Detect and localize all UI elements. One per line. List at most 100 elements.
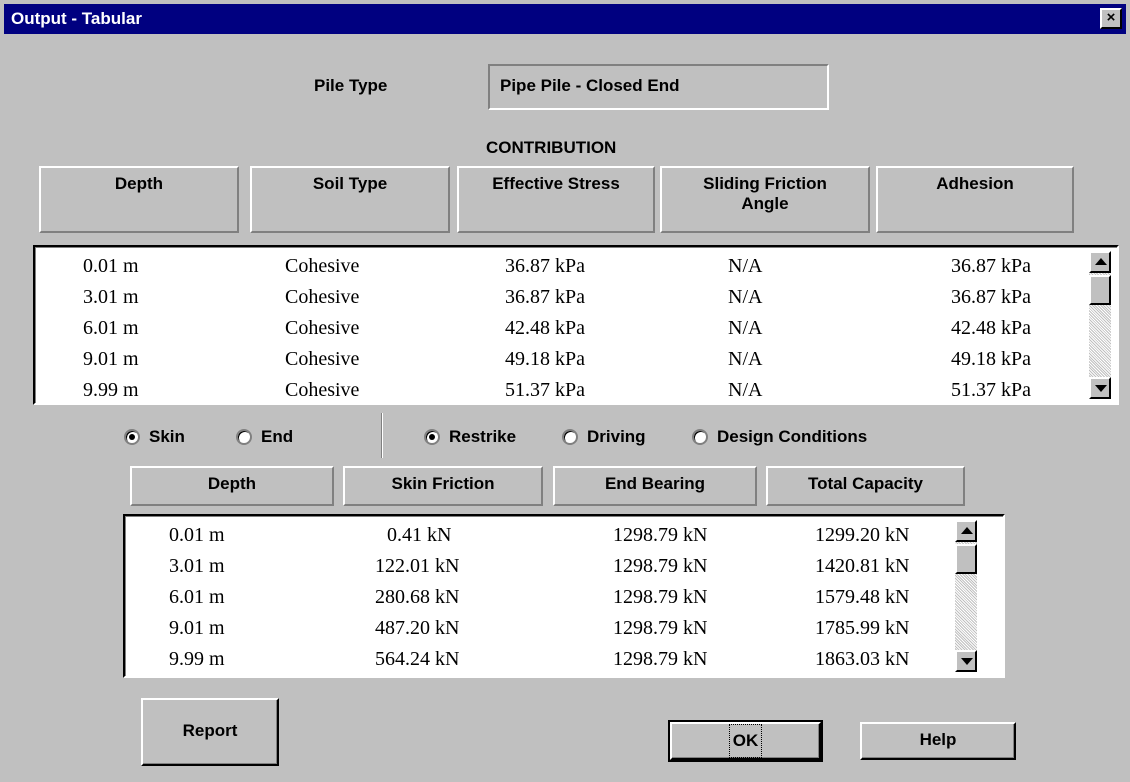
arrow-down-icon <box>1095 385 1107 392</box>
contrib-header-effective-stress[interactable]: Effective Stress <box>457 166 655 233</box>
contrib-header-sliding-friction-angle[interactable]: Sliding Friction Angle <box>660 166 870 233</box>
depth-cell: 9.99 m <box>169 648 225 670</box>
capacity-header-skin-friction[interactable]: Skin Friction <box>343 466 543 506</box>
end-bearing-cell: 1298.79 kN <box>613 555 708 577</box>
title-bar: Output - Tabular × <box>4 4 1126 34</box>
end-bearing-cell: 1298.79 kN <box>613 524 708 546</box>
skin-friction-cell: 280.68 kN <box>375 586 460 608</box>
contrib-header-depth[interactable]: Depth <box>39 166 239 233</box>
list-item[interactable]: 6.01 m Cohesive 42.48 kPa N/A 42.48 kPa <box>35 315 1095 346</box>
capacity-header-skin-friction-label: Skin Friction <box>391 474 495 493</box>
contribution-list[interactable]: 0.01 m Cohesive 36.87 kPa N/A 36.87 kPa … <box>33 245 1119 405</box>
pile-type-value: Pipe Pile - Closed End <box>500 76 680 95</box>
sliding-friction-cell: N/A <box>728 255 763 277</box>
window-title: Output - Tabular <box>11 9 142 28</box>
radio-restrike-label: Restrike <box>449 427 517 446</box>
effective-stress-cell: 51.37 kPa <box>505 379 585 401</box>
list-item[interactable]: 0.01 m Cohesive 36.87 kPa N/A 36.87 kPa <box>35 253 1095 284</box>
contrib-header-soil-type[interactable]: Soil Type <box>250 166 450 233</box>
radio-group-divider <box>381 413 383 458</box>
skin-friction-cell: 122.01 kN <box>375 555 460 577</box>
radio-unselected-icon <box>562 429 578 445</box>
scroll-up-button[interactable] <box>955 520 977 542</box>
adhesion-cell: 49.18 kPa <box>951 348 1031 370</box>
depth-cell: 9.01 m <box>83 348 139 370</box>
capacity-header-depth-label: Depth <box>207 474 257 493</box>
scroll-thumb[interactable] <box>1089 275 1111 305</box>
list-item[interactable]: 9.01 m Cohesive 49.18 kPa N/A 49.18 kPa <box>35 346 1095 377</box>
scroll-up-button[interactable] <box>1089 251 1111 273</box>
radio-driving[interactable]: Driving <box>562 427 646 447</box>
capacity-list[interactable]: 0.01 m 0.41 kN 1298.79 kN 1299.20 kN 3.0… <box>123 514 1005 678</box>
depth-cell: 3.01 m <box>83 286 139 308</box>
contrib-header-sliding-friction-label: Sliding Friction <box>703 174 827 193</box>
skin-friction-cell: 564.24 kN <box>375 648 460 670</box>
total-capacity-cell: 1863.03 kN <box>815 648 910 670</box>
ok-button-label: OK <box>728 724 763 758</box>
radio-restrike[interactable]: Restrike <box>424 427 516 447</box>
depth-cell: 0.01 m <box>83 255 139 277</box>
sliding-friction-cell: N/A <box>728 348 763 370</box>
capacity-header-depth[interactable]: Depth <box>130 466 334 506</box>
effective-stress-cell: 36.87 kPa <box>505 286 585 308</box>
table-row[interactable]: 0.01 m 0.41 kN 1298.79 kN 1299.20 kN <box>125 522 965 553</box>
end-bearing-cell: 1298.79 kN <box>613 617 708 639</box>
close-button[interactable]: × <box>1100 8 1122 29</box>
scroll-thumb[interactable] <box>955 544 977 574</box>
radio-end[interactable]: End <box>236 427 293 447</box>
arrow-up-icon <box>1095 258 1107 265</box>
soil-type-cell: Cohesive <box>285 255 360 277</box>
radio-end-label: End <box>261 427 294 446</box>
sliding-friction-cell: N/A <box>728 379 763 401</box>
pile-type-label: Pile Type <box>314 76 388 95</box>
effective-stress-cell: 49.18 kPa <box>505 348 585 370</box>
table-row[interactable]: 6.01 m 280.68 kN 1298.79 kN 1579.48 kN <box>125 584 965 615</box>
radio-unselected-icon <box>236 429 252 445</box>
sliding-friction-cell: N/A <box>728 286 763 308</box>
depth-cell: 6.01 m <box>83 317 139 339</box>
radio-selected-icon <box>124 429 140 445</box>
radio-unselected-icon <box>692 429 708 445</box>
contrib-header-soil-type-label: Soil Type <box>312 174 388 193</box>
capacity-header-end-bearing-label: End Bearing <box>604 474 706 493</box>
depth-cell: 0.01 m <box>169 524 225 546</box>
adhesion-cell: 36.87 kPa <box>951 255 1031 277</box>
sliding-friction-cell: N/A <box>728 317 763 339</box>
radio-skin-label: Skin <box>149 427 185 446</box>
list-item[interactable]: 3.01 m Cohesive 36.87 kPa N/A 36.87 kPa <box>35 284 1095 315</box>
total-capacity-cell: 1579.48 kN <box>815 586 910 608</box>
effective-stress-cell: 42.48 kPa <box>505 317 585 339</box>
adhesion-cell: 51.37 kPa <box>951 379 1031 401</box>
ok-button[interactable]: OK <box>668 720 823 762</box>
capacity-scrollbar[interactable] <box>955 520 977 672</box>
help-button[interactable]: Help <box>860 722 1016 760</box>
contrib-header-effective-stress-label: Effective Stress <box>492 174 620 193</box>
contribution-scrollbar[interactable] <box>1089 251 1111 399</box>
soil-type-cell: Cohesive <box>285 286 360 308</box>
table-row[interactable]: 3.01 m 122.01 kN 1298.79 kN 1420.81 kN <box>125 553 965 584</box>
depth-cell: 6.01 m <box>169 586 225 608</box>
soil-type-cell: Cohesive <box>285 348 360 370</box>
output-tabular-dialog: Output - Tabular × Pile Type Pipe Pile -… <box>0 0 1130 782</box>
contrib-header-adhesion[interactable]: Adhesion <box>876 166 1074 233</box>
contrib-header-adhesion-label: Adhesion <box>936 174 1014 193</box>
contrib-header-depth-label: Depth <box>114 174 164 193</box>
radio-skin[interactable]: Skin <box>124 427 185 447</box>
capacity-header-total-capacity-label: Total Capacity <box>808 474 923 493</box>
table-row[interactable]: 9.99 m 564.24 kN 1298.79 kN 1863.03 kN <box>125 646 965 677</box>
scroll-down-button[interactable] <box>955 650 977 672</box>
report-button[interactable]: Report <box>141 698 279 766</box>
arrow-down-icon <box>961 658 973 665</box>
contrib-header-angle-label: Angle <box>741 194 789 213</box>
total-capacity-cell: 1785.99 kN <box>815 617 910 639</box>
capacity-header-end-bearing[interactable]: End Bearing <box>553 466 757 506</box>
pile-type-field: Pipe Pile - Closed End <box>488 64 829 110</box>
scroll-down-button[interactable] <box>1089 377 1111 399</box>
list-item[interactable]: 9.99 m Cohesive 51.37 kPa N/A 51.37 kPa <box>35 377 1095 408</box>
capacity-header-total-capacity[interactable]: Total Capacity <box>766 466 965 506</box>
radio-driving-label: Driving <box>587 427 646 446</box>
adhesion-cell: 36.87 kPa <box>951 286 1031 308</box>
table-row[interactable]: 9.01 m 487.20 kN 1298.79 kN 1785.99 kN <box>125 615 965 646</box>
contribution-heading: CONTRIBUTION <box>486 138 617 157</box>
radio-design-conditions[interactable]: Design Conditions <box>692 427 867 447</box>
